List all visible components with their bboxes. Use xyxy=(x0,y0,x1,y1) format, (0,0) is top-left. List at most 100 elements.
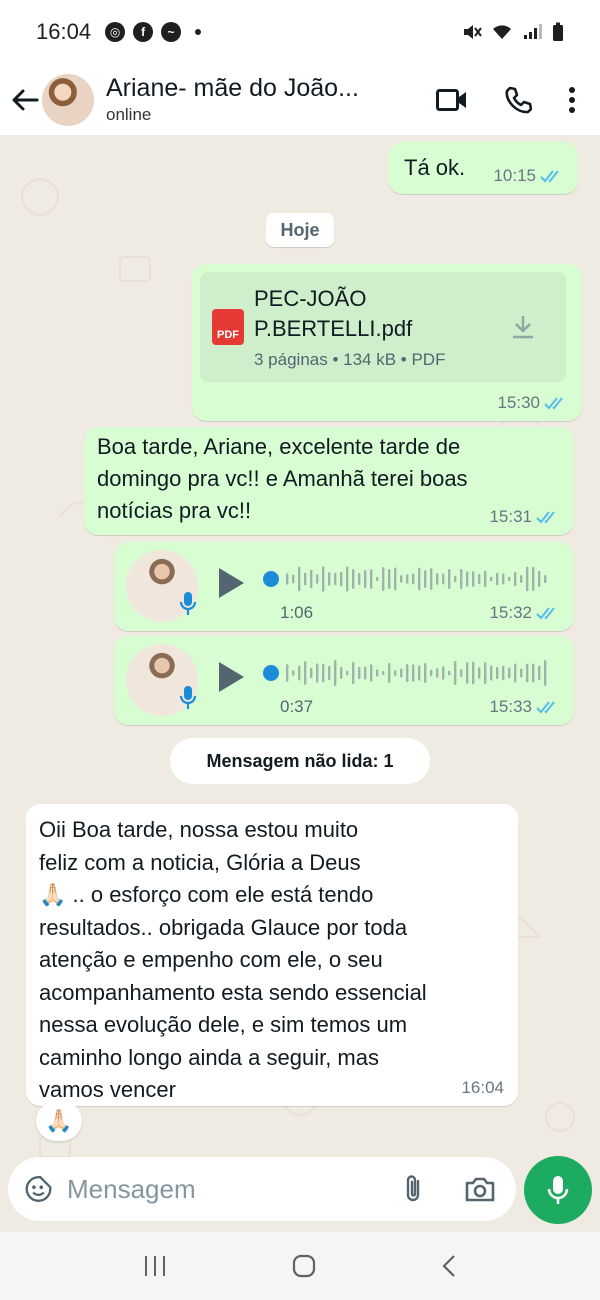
read-ticks-icon xyxy=(536,701,555,714)
waveform-bar xyxy=(334,572,337,586)
message-meta: 16:04 xyxy=(461,1078,504,1098)
message-time: 10:15 xyxy=(493,166,536,185)
chrome-icon: ◎ xyxy=(105,22,126,42)
recent-apps-icon[interactable] xyxy=(143,1255,167,1277)
waveform[interactable] xyxy=(262,658,552,688)
waveform-bar xyxy=(376,669,379,677)
waveform-bar xyxy=(310,667,313,679)
document-meta: 3 páginas • 134 kB • PDF xyxy=(254,350,446,369)
date-chip: Hoje xyxy=(266,213,334,247)
waveform-bar xyxy=(316,574,319,584)
wifi-icon xyxy=(493,25,511,39)
waveform-bar xyxy=(394,670,397,676)
waveform-bar xyxy=(496,666,499,680)
download-icon[interactable] xyxy=(510,314,536,340)
home-icon[interactable] xyxy=(292,1254,316,1278)
status-time: 16:04 xyxy=(36,19,92,44)
waveform-bar xyxy=(526,663,529,683)
play-icon[interactable] xyxy=(216,566,246,600)
read-ticks-icon xyxy=(540,170,559,183)
message-line: Oii Boa tarde, nossa estou muito xyxy=(39,817,359,842)
waveform-bar xyxy=(472,571,475,587)
waveform-bar xyxy=(364,666,367,680)
waveform-bar xyxy=(418,567,421,591)
voice-record-button[interactable] xyxy=(524,1156,592,1224)
message-line: domingo pra vc!! e Amanhã terei boas xyxy=(97,466,468,491)
mute-icon xyxy=(464,25,482,39)
message-line: resultados.. obrigada Glauce por toda xyxy=(39,914,408,940)
document-message[interactable]: PDF PEC-JOÃO P.BERTELLI.pdf 3 páginas • … xyxy=(192,264,582,421)
message-input[interactable] xyxy=(67,1173,402,1205)
message-bubble-incoming[interactable]: Oii Boa tarde, nossa estou muito feliz c… xyxy=(26,804,518,1106)
signal-icon xyxy=(524,24,542,39)
message-text: Boa tarde, Ariane, excelente tarde de do… xyxy=(97,431,468,527)
waveform-bar xyxy=(460,568,463,590)
waveform-bar xyxy=(364,570,367,588)
status-right xyxy=(462,22,564,42)
voice-message[interactable]: 1:06 15:32 xyxy=(114,542,574,631)
facebook-icon: f xyxy=(133,22,154,42)
message-bubble-outgoing[interactable]: Tá ok. 10:15 xyxy=(388,142,578,194)
waveform-bar xyxy=(490,576,493,582)
message-time: 15:30 xyxy=(497,393,540,412)
more-options-icon[interactable] xyxy=(568,86,576,113)
message-meta: 15:31 xyxy=(489,507,560,527)
waveform-bar xyxy=(508,576,511,582)
battery-icon xyxy=(553,22,563,41)
waveform-bar xyxy=(412,664,415,682)
waveform-bar xyxy=(412,573,415,585)
document-info: PEC-JOÃO P.BERTELLI.pdf 3 páginas • 134 … xyxy=(254,284,445,370)
header-actions xyxy=(436,86,600,114)
back-nav-icon[interactable] xyxy=(441,1254,457,1278)
messenger-icon: ~ xyxy=(161,22,182,42)
waveform-bar xyxy=(406,574,409,584)
message-meta: 15:32 xyxy=(489,603,560,623)
message-time: 15:31 xyxy=(489,507,532,526)
document-preview[interactable]: PDF PEC-JOÃO P.BERTELLI.pdf 3 páginas • … xyxy=(200,272,566,382)
voice-duration: 0:37 xyxy=(280,697,314,716)
waveform-bar xyxy=(448,670,451,676)
document-name-line1: PEC-JOÃO xyxy=(254,286,367,311)
contact-avatar[interactable] xyxy=(42,73,94,126)
dot-icon xyxy=(195,29,202,35)
waveform-bar xyxy=(400,668,403,678)
waveform-bar xyxy=(304,661,307,685)
play-icon[interactable] xyxy=(216,660,246,694)
back-button[interactable] xyxy=(8,80,42,120)
chat-area[interactable]: Tá ok. 10:15 Hoje PDF PEC-JOÃO P.BERTELL… xyxy=(0,137,600,1157)
waveform-bar xyxy=(340,571,343,587)
waveform-bar xyxy=(442,573,445,585)
voice-message[interactable]: 0:37 15:33 xyxy=(114,636,574,725)
waveform-bar xyxy=(478,667,481,679)
waveform-bar xyxy=(334,660,337,686)
waveform[interactable] xyxy=(262,564,552,594)
waveform-bar xyxy=(376,576,379,582)
waveform-bar xyxy=(502,665,505,681)
contact-info[interactable]: Ariane- mãe do João... online xyxy=(106,74,359,125)
emoji-sticker-icon[interactable] xyxy=(24,1173,53,1205)
waveform-bar xyxy=(292,574,295,584)
waveform-bar xyxy=(430,568,433,590)
waveform-bar xyxy=(298,566,301,592)
read-ticks-icon xyxy=(544,397,563,410)
camera-icon[interactable] xyxy=(464,1175,496,1203)
waveform-bar xyxy=(370,664,373,682)
waveform-bar xyxy=(394,567,397,591)
waveform-bar xyxy=(466,662,469,684)
voice-call-icon[interactable] xyxy=(504,86,532,114)
waveform-bar xyxy=(382,567,385,591)
attach-icon[interactable] xyxy=(402,1173,424,1205)
waveform-bar xyxy=(514,663,517,683)
video-call-icon[interactable] xyxy=(436,88,468,111)
waveform-bar xyxy=(286,573,289,585)
read-ticks-icon xyxy=(536,511,555,524)
waveform-bar xyxy=(544,575,547,583)
message-bubble-outgoing[interactable]: Boa tarde, Ariane, excelente tarde de do… xyxy=(84,427,574,535)
waveform-bar xyxy=(496,572,499,586)
waveform-bar xyxy=(478,573,481,585)
mic-badge-icon xyxy=(179,592,197,615)
message-line: Boa tarde, Ariane, excelente tarde de xyxy=(97,434,461,459)
message-reaction[interactable]: 🙏🏻 xyxy=(36,1101,82,1141)
waveform-bar xyxy=(472,661,475,685)
message-composer xyxy=(8,1157,516,1221)
